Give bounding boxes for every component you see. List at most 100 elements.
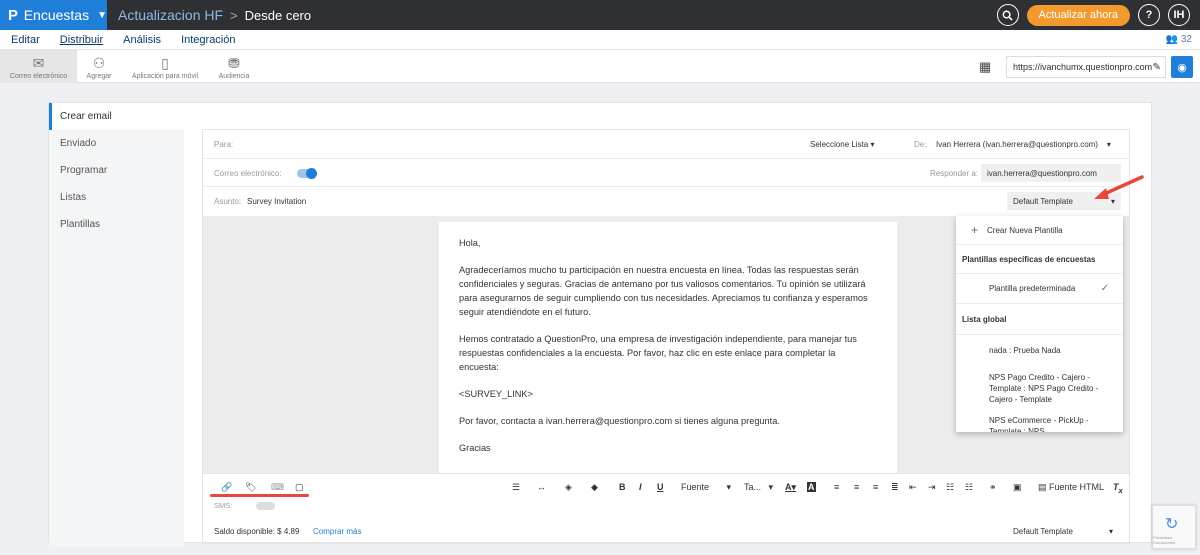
menu-item-analisis[interactable]: Análisis	[123, 34, 161, 46]
survey-url-text: https://ivanchumx.questionpro.com	[1013, 62, 1153, 72]
tool-mobile[interactable]: ▯ Aplicación para móvil	[126, 50, 204, 83]
select-list-dropdown[interactable]: Seleccione Lista ▾	[810, 140, 875, 149]
align-center-text-icon[interactable]: ≡	[854, 482, 859, 492]
menu-item-editar[interactable]: Editar	[11, 34, 40, 46]
main-menu: Editar Distribuir Análisis Integración 👥…	[0, 30, 1200, 49]
preview-eye-icon[interactable]: ◉	[1171, 56, 1193, 78]
caret-down-icon: ▾	[1109, 527, 1114, 536]
image-icon[interactable]: ▣	[1013, 482, 1022, 493]
insert-link-icon[interactable]: ⚭	[989, 482, 997, 493]
numbered-list-icon[interactable]: ☷	[965, 482, 973, 493]
email-toggle[interactable]	[297, 168, 317, 179]
plus-icon: +	[971, 223, 979, 237]
edit-pencil-icon[interactable]: ✎	[1153, 62, 1161, 73]
sidenav-listas[interactable]: Listas	[49, 184, 184, 211]
editor-toolbar: 🔗 🏷 ⌨ ▢ ☰ ↔ ◈ ◆ B I U Fuente ▾ Ta... ▾ A…	[203, 473, 1129, 498]
sms-row: SMS:	[214, 501, 276, 511]
sidenav-enviado[interactable]: Enviado	[49, 130, 184, 157]
template-item-nada[interactable]: nada : Prueba Nada	[956, 335, 1123, 365]
square-icon[interactable]: ▢	[295, 482, 304, 493]
tool-add[interactable]: ⚇ Agregar	[80, 50, 118, 83]
recaptcha-icon: ↻	[1165, 516, 1179, 533]
bold-icon[interactable]: B	[619, 482, 626, 492]
check-icon: ✓	[1100, 283, 1109, 294]
help-icon[interactable]: ?	[1138, 4, 1160, 26]
caret-down-icon: ▼	[97, 9, 107, 21]
mobile-icon: ▯	[161, 55, 169, 71]
default-template-label: Plantilla predeterminada	[989, 284, 1076, 293]
source-html-button[interactable]: ▤ Fuente HTML	[1038, 482, 1104, 493]
to-label: Para:	[214, 140, 234, 149]
underline-icon[interactable]: U	[657, 482, 664, 492]
menu-item-integracion[interactable]: Integración	[181, 34, 235, 46]
section-survey-templates: Plantillas específicas de encuestas	[956, 245, 1123, 274]
recaptcha-badge[interactable]: ↻ Privacidad - Condiciones	[1152, 505, 1196, 549]
align-center-icon[interactable]: ☰	[512, 482, 520, 493]
bullet-list-icon[interactable]: ☷	[946, 482, 954, 493]
from-label: De:	[914, 140, 927, 149]
tag-icon[interactable]: 🏷	[245, 482, 256, 493]
footer-template-value: Default Template	[1013, 527, 1073, 536]
editor-canvas: Hola, Agradeceríamos mucho tu participac…	[203, 216, 1129, 473]
italic-icon[interactable]: I	[639, 482, 642, 492]
tool-email[interactable]: ✉ Correo electrónico	[0, 50, 77, 83]
sidenav-plantillas[interactable]: Plantillas	[49, 211, 184, 238]
sms-toggle[interactable]	[256, 502, 276, 511]
paint-bucket-icon[interactable]: ◈	[565, 482, 572, 493]
from-dropdown[interactable]: Ivan Herrera (ivan.herrera@questionpro.c…	[936, 140, 1111, 149]
font-color-icon[interactable]: A▾	[785, 482, 796, 493]
tool-audience[interactable]: ⛃ Audiencia	[210, 50, 258, 83]
email-row: Correo electrónico: Responder a: ivan.he…	[203, 159, 1129, 187]
subject-input[interactable]: Survey Invitation	[247, 197, 306, 206]
sidenav-programar[interactable]: Programar	[49, 157, 184, 184]
template-item-nps-pago[interactable]: NPS Pago Credito - Cajero - Template : N…	[956, 365, 1123, 411]
top-bar: P Encuestas ▼ Actualizacion HF > Desde c…	[0, 0, 1200, 30]
align-right-icon[interactable]: ≡	[873, 482, 878, 492]
keyboard-icon[interactable]: ⌨	[271, 482, 284, 493]
font-select-label: Fuente	[681, 482, 710, 492]
menu-item-distribuir[interactable]: Distribuir	[60, 34, 103, 46]
size-select[interactable]: Ta... ▾	[744, 482, 773, 493]
breadcrumb-survey[interactable]: Actualizacion HF	[118, 7, 223, 23]
highlight-icon[interactable]: A	[807, 482, 816, 492]
user-count[interactable]: 👥 32	[1166, 34, 1192, 45]
caret-down-icon: ▾	[870, 140, 875, 149]
template-item-nps-ecommerce[interactable]: NPS eCommerce - PickUp - Template : NPS	[956, 411, 1123, 432]
qr-code-icon[interactable]: ▦	[979, 59, 991, 75]
buy-more-link[interactable]: Comprar más	[313, 527, 361, 536]
tool-email-label: Correo electrónico	[9, 73, 68, 80]
justify-icon[interactable]: ≣	[891, 482, 899, 493]
size-select-label: Ta...	[744, 482, 762, 492]
indent-icon[interactable]: ⇥	[928, 482, 936, 493]
update-now-button[interactable]: Actualizar ahora	[1026, 4, 1130, 26]
select-list-text: Seleccione Lista	[810, 140, 869, 149]
user-avatar[interactable]: IH	[1168, 4, 1190, 26]
email-paragraph-2: Hemos contratado a QuestionPro, una empr…	[459, 334, 857, 372]
email-body[interactable]: Hola, Agradeceríamos mucho tu participac…	[439, 222, 897, 473]
app-switcher[interactable]: P Encuestas ▼	[0, 0, 107, 30]
sidenav-crear-email[interactable]: Crear email	[49, 103, 184, 130]
balance-text: Saldo disponible: $ 4.89	[214, 527, 300, 536]
email-paragraph-1: Agradeceríamos mucho tu participación en…	[459, 265, 868, 317]
link-icon[interactable]: 🔗	[221, 482, 232, 493]
survey-url-field[interactable]: https://ivanchumx.questionpro.com ✎	[1006, 56, 1166, 78]
search-icon[interactable]	[996, 4, 1019, 26]
distribution-toolbar: ✉ Correo electrónico ⚇ Agregar ▯ Aplicac…	[0, 49, 1200, 83]
width-icon[interactable]: ↔	[537, 482, 546, 492]
tool-mobile-label: Aplicación para móvil	[131, 73, 199, 80]
footer-template-select[interactable]: Default Template	[1013, 527, 1073, 536]
template-select-value: Default Template	[1013, 196, 1073, 206]
subject-label: Asunto:	[214, 197, 242, 206]
font-select[interactable]: Fuente ▾	[681, 482, 731, 493]
questionpro-logo-icon: P	[8, 6, 19, 24]
caret-down-icon: ▾	[768, 482, 774, 492]
tool-add-label: Agregar	[86, 73, 112, 80]
fill-color-icon[interactable]: ◆	[591, 482, 598, 493]
default-template-item[interactable]: Plantilla predeterminada ✓	[956, 274, 1123, 304]
outdent-icon[interactable]: ⇤	[909, 482, 917, 493]
main-panel: Crear email Enviado Programar Listas Pla…	[48, 102, 1152, 547]
clear-format-icon[interactable]: Tx	[1113, 482, 1123, 495]
create-template-item[interactable]: + Crear Nueva Plantilla	[956, 216, 1123, 245]
align-left-icon[interactable]: ≡	[834, 482, 839, 492]
annotation-underline	[210, 494, 309, 497]
